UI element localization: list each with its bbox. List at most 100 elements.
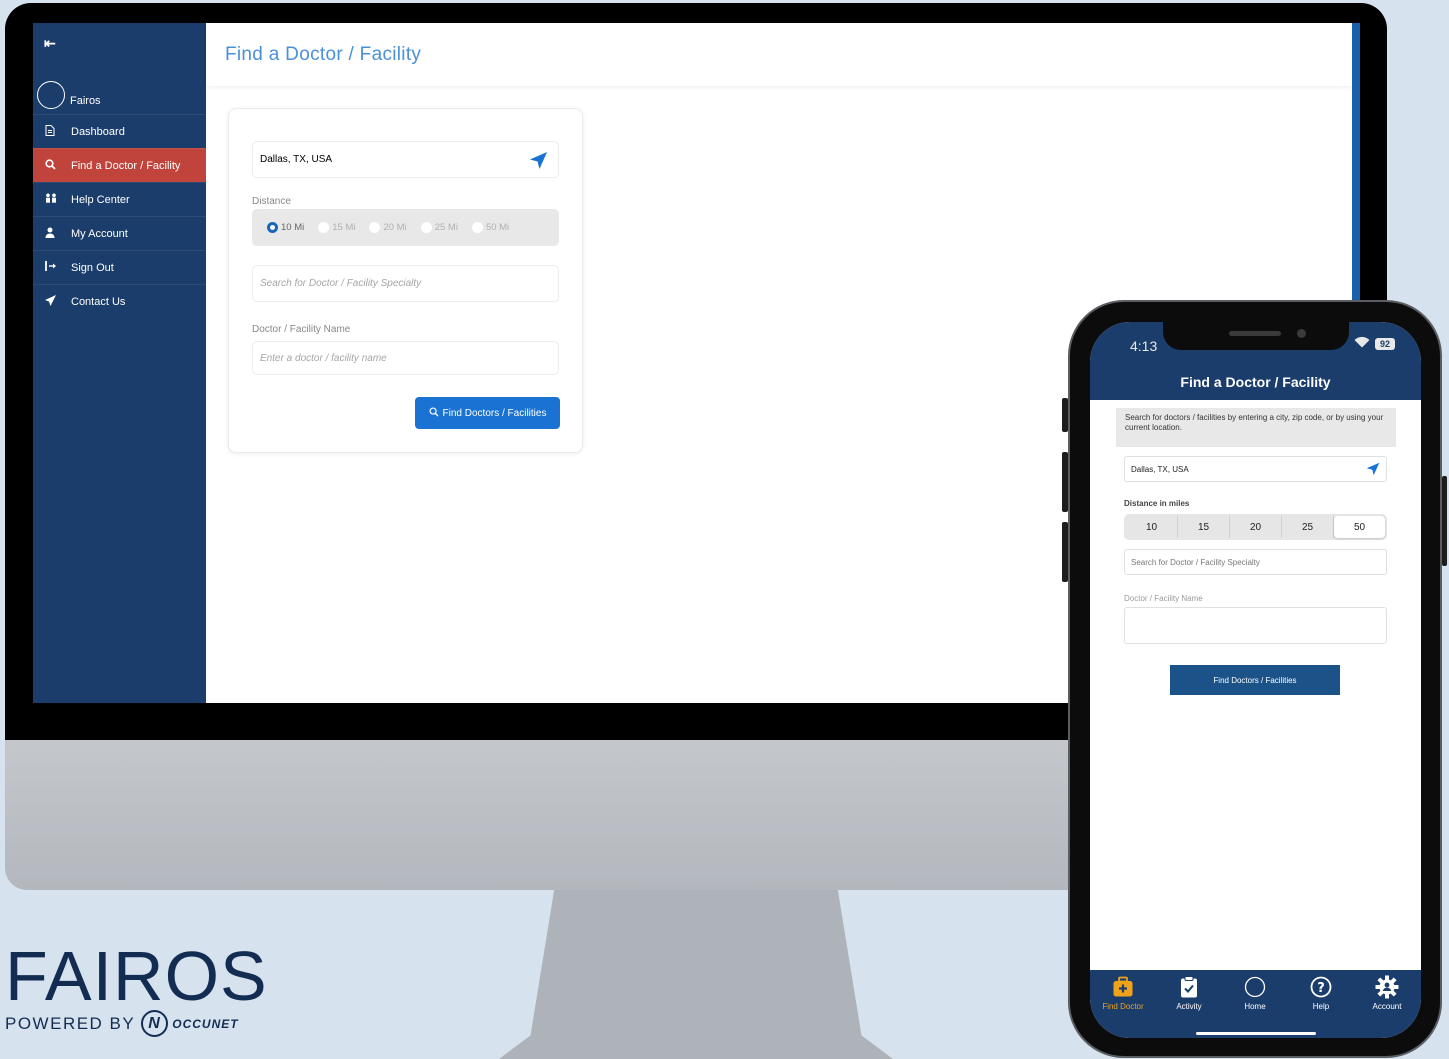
tab-home[interactable]: Home	[1222, 974, 1288, 1011]
distance-label: Distance	[252, 196, 291, 207]
phone-page-title: Find a Doctor / Facility	[1180, 374, 1331, 390]
radio-dot	[420, 222, 432, 233]
radio-dot	[369, 222, 381, 233]
search-instructions: Search for doctors / facilities by enter…	[1116, 408, 1396, 447]
front-camera	[1297, 329, 1306, 338]
page-header: Find a Doctor / Facility	[206, 23, 1352, 86]
distance-option-label: 50 Mi	[485, 222, 510, 233]
help-icon: ?	[1288, 974, 1354, 1000]
segment-15[interactable]: 15	[1178, 516, 1230, 538]
sign-out-icon	[45, 261, 71, 274]
tab-activity[interactable]: Activity	[1156, 974, 1222, 1011]
radio-dot	[471, 222, 483, 233]
locate-arrow-icon[interactable]	[1366, 462, 1380, 478]
powered-by-text: POWERED BY	[5, 1013, 136, 1033]
segment-20[interactable]: 20	[1230, 516, 1282, 538]
specialty-search-input[interactable]: Search for Doctor / Facility Specialty	[252, 265, 559, 302]
sidebar-item-label: Dashboard	[71, 125, 125, 138]
home-indicator	[1196, 1032, 1316, 1035]
radio-dot	[318, 222, 330, 233]
sidebar: ⇤ Fairos Dashboard Find a Doctor / Facil…	[33, 23, 206, 703]
find-doctors-button[interactable]: Find Doctors / Facilities	[415, 397, 560, 429]
tab-label: Help	[1312, 1002, 1330, 1011]
distance-option-10[interactable]: 10 Mi	[267, 222, 304, 233]
sidebar-item-label: Sign Out	[71, 261, 114, 274]
sidebar-item-sign-out[interactable]: Sign Out	[33, 250, 206, 284]
partner-name: OCCUNET	[172, 1016, 239, 1031]
sidebar-item-label: Contact Us	[71, 295, 126, 308]
search-icon	[45, 158, 71, 173]
phone-notch	[1163, 322, 1349, 350]
phone-find-doctors-button[interactable]: Find Doctors / Facilities	[1170, 665, 1340, 695]
medical-bag-icon	[1090, 974, 1156, 1000]
locate-arrow-icon[interactable]	[529, 151, 548, 173]
sidebar-brand: Fairos	[37, 81, 101, 109]
avatar	[37, 81, 65, 109]
tab-help[interactable]: ? Help	[1288, 974, 1354, 1011]
distance-option-25[interactable]: 25 Mi	[420, 222, 458, 233]
distance-segmented-control: 10 15 20 25 50	[1124, 514, 1387, 540]
phone-doctor-name-input[interactable]	[1124, 607, 1387, 644]
distance-option-label: 10 Mi	[281, 222, 305, 233]
settings-gear-icon	[1354, 974, 1420, 1000]
segment-25[interactable]: 25	[1282, 516, 1334, 538]
sidebar-item-help-center[interactable]: Help Center	[33, 182, 206, 216]
sidebar-item-my-account[interactable]: My Account	[33, 216, 206, 250]
user-icon	[45, 227, 71, 241]
segment-10[interactable]: 10	[1126, 516, 1178, 538]
sidebar-item-label: Help Center	[71, 193, 130, 206]
location-input[interactable]: Dallas, TX, USA	[252, 141, 559, 178]
distance-label: Distance in miles	[1124, 499, 1190, 508]
speaker-grille	[1229, 331, 1281, 336]
location-value: Dallas, TX, USA	[1131, 464, 1189, 474]
phone-button	[1442, 476, 1447, 566]
status-time: 4:13	[1130, 338, 1158, 354]
tab-label: Find Doctor	[1102, 1002, 1144, 1011]
collapse-sidebar-icon[interactable]: ⇤	[44, 35, 56, 52]
sidebar-item-find-doctor[interactable]: Find a Doctor / Facility	[33, 148, 206, 182]
distance-option-20[interactable]: 20 Mi	[369, 222, 407, 233]
sidebar-item-label: Find a Doctor / Facility	[71, 159, 181, 172]
doctor-name-label: Doctor / Facility Name	[252, 324, 351, 335]
tab-account[interactable]: Account	[1354, 974, 1420, 1011]
doctor-name-input[interactable]: Enter a doctor / facility name	[252, 341, 559, 375]
battery-indicator: 92	[1375, 338, 1395, 350]
sidebar-menu: Dashboard Find a Doctor / Facility Help …	[33, 114, 206, 318]
bottom-tab-bar: Find Doctor Activity Home ? Help Account	[1090, 970, 1421, 1038]
doctor-name-label: Doctor / Facility Name	[1124, 594, 1203, 603]
phone-frame: 4:13 92 Find a Doctor / Facility Search …	[1068, 300, 1442, 1058]
search-card: Dallas, TX, USA Distance 10 Mi 15 Mi 20 …	[228, 108, 583, 453]
home-circle-icon	[1222, 974, 1288, 1000]
phone-specialty-input[interactable]: Search for Doctor / Facility Specialty	[1124, 549, 1387, 575]
tab-label: Account	[1372, 1002, 1402, 1011]
radio-dot	[267, 222, 278, 233]
occunet-logo-icon: N	[141, 1010, 169, 1037]
page-title: Find a Doctor / Facility	[225, 44, 422, 65]
monitor-stand	[499, 890, 893, 1059]
users-icon	[45, 193, 71, 206]
distance-option-50[interactable]: 50 Mi	[471, 222, 510, 233]
svg-text:?: ?	[1317, 981, 1325, 996]
document-icon	[45, 124, 71, 139]
distance-option-label: 25 Mi	[434, 222, 458, 233]
phone-screen: 4:13 92 Find a Doctor / Facility Search …	[1090, 322, 1421, 1038]
send-icon	[45, 294, 71, 309]
tab-find-doctor[interactable]: Find Doctor	[1090, 974, 1156, 1011]
segment-50[interactable]: 50	[1334, 516, 1385, 538]
phone-header: 4:13 92 Find a Doctor / Facility	[1090, 322, 1421, 400]
phone-location-input[interactable]: Dallas, TX, USA	[1124, 456, 1387, 482]
distance-option-label: 15 Mi	[332, 222, 356, 233]
brand-name: Fairos	[70, 95, 101, 107]
clipboard-icon	[1156, 974, 1222, 1000]
distance-option-15[interactable]: 15 Mi	[318, 222, 355, 233]
search-icon	[429, 407, 439, 420]
sidebar-item-contact-us[interactable]: Contact Us	[33, 284, 206, 318]
location-value: Dallas, TX, USA	[260, 154, 333, 165]
distance-option-label: 20 Mi	[383, 222, 407, 233]
wifi-icon	[1354, 336, 1370, 351]
tab-label: Home	[1244, 1002, 1266, 1011]
sidebar-item-label: My Account	[71, 227, 128, 240]
find-doctors-label: Find Doctors / Facilities	[442, 407, 547, 419]
fairos-logo: FAIROS POWERED BY N OCCUNET	[5, 936, 268, 1037]
sidebar-item-dashboard[interactable]: Dashboard	[33, 114, 206, 148]
